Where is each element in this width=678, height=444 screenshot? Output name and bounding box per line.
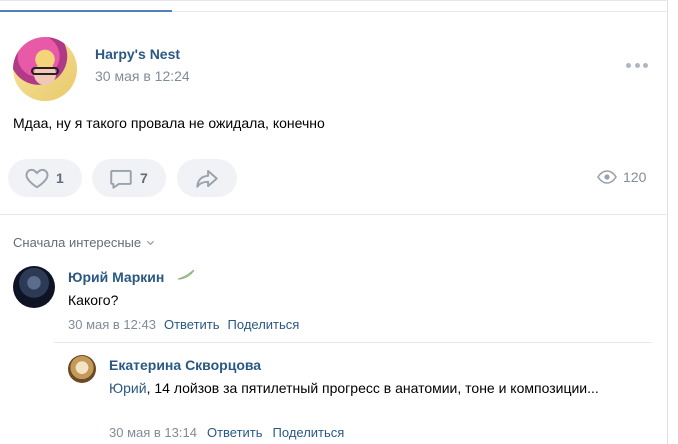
post-author[interactable]: Harpy's Nest [95,46,180,62]
comments-sort-label: Сначала интересные [13,235,142,250]
comment-date[interactable]: 30 мая в 12:43 [68,317,156,332]
feather-badge-icon [177,269,195,280]
comment-button[interactable]: 7 [92,159,166,197]
views-counter: 120 [597,169,646,185]
reply-button[interactable]: Ответить [207,425,263,440]
like-button[interactable]: 1 [8,159,82,197]
share-icon [196,169,218,188]
reply-meta: 30 мая в 13:14 Ответить Поделиться [109,425,344,440]
reply-date[interactable]: 30 мая в 13:14 [109,425,197,440]
comment-text: Какого? [68,292,119,308]
like-count: 1 [56,170,64,186]
comment-icon [110,169,132,189]
comments-sort-dropdown[interactable]: Сначала интересные [13,235,155,250]
reply-body: , 14 лойзов за пятилетный прогресс в ана… [146,380,599,396]
post-date[interactable]: 30 мая в 12:24 [95,68,190,84]
reply-divider [54,342,652,343]
comment-count: 7 [140,170,148,186]
post-card: Harpy's Nest 30 мая в 12:24 Мдаа, ну я т… [0,0,668,444]
views-count: 120 [623,169,647,185]
comment-avatar[interactable] [13,266,55,308]
heart-icon [25,168,49,189]
eye-icon [597,170,617,184]
reply-avatar[interactable] [68,355,96,383]
post-text: Мдаа, ну я такого провала не ожидала, ко… [13,115,325,131]
chevron-down-icon [147,240,155,246]
share-link[interactable]: Поделиться [273,425,345,440]
reply-button[interactable]: Ответить [164,317,220,332]
divider [0,214,668,215]
reply-mention[interactable]: Юрий [109,380,147,396]
avatar-glasses [31,67,59,75]
reply-author[interactable]: Екатерина Скворцова [109,357,261,373]
author-avatar[interactable] [13,37,77,101]
comment-author[interactable]: Юрий Маркин [68,269,164,285]
reply-text: Юрий, 14 лойзов за пятилетный прогресс в… [109,378,629,399]
share-button[interactable] [177,159,237,197]
active-tab-indicator [0,10,172,12]
share-link[interactable]: Поделиться [228,317,300,332]
comment-meta: 30 мая в 12:43 Ответить Поделиться [68,317,299,332]
more-options-icon[interactable] [626,57,648,73]
